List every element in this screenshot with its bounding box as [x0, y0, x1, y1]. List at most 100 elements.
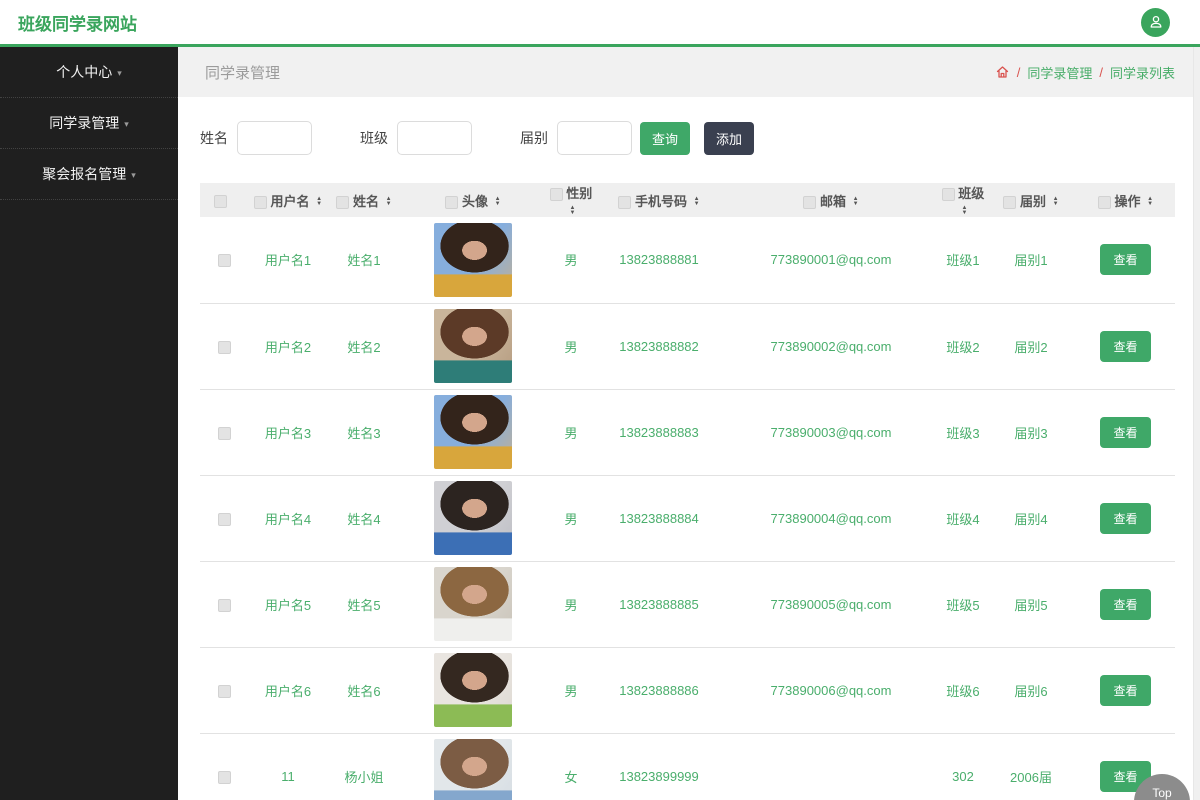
cell-action: 查看 — [1076, 217, 1175, 303]
cell-email — [722, 733, 940, 800]
column-header[interactable]: 头像 ▲▼ — [400, 183, 546, 217]
cell-username: 用户名5 — [248, 561, 328, 647]
caret-down-icon: ▾ — [131, 170, 136, 181]
row-checkbox[interactable] — [218, 513, 231, 526]
row-checkbox[interactable] — [218, 341, 231, 354]
cell-avatar — [400, 647, 546, 733]
cell-gender: 男 — [546, 475, 596, 561]
column-header[interactable] — [200, 183, 248, 217]
view-button[interactable]: 查看 — [1100, 503, 1150, 534]
sort-icon: ▲▼ — [495, 197, 501, 207]
sidebar-item-party-signup-management[interactable]: 聚会报名管理 ▾ — [0, 149, 178, 200]
header-checkbox[interactable] — [1003, 196, 1016, 209]
header-checkbox[interactable] — [1098, 196, 1111, 209]
row-checkbox[interactable] — [218, 427, 231, 440]
name-field-group: 姓名 — [200, 121, 312, 155]
table-header-row: 用户名 ▲▼ 姓名 ▲▼ 头像 ▲▼ 性别 ▲▼ 手机号码 ▲▼ 邮箱 ▲▼ 班… — [200, 183, 1175, 217]
avatar-photo — [434, 567, 512, 641]
header-checkbox[interactable] — [214, 195, 227, 208]
cell-class: 班级3 — [940, 389, 986, 475]
scrollbar-track[interactable] — [1193, 47, 1200, 800]
cell-checkbox — [200, 389, 248, 475]
header-checkbox[interactable] — [445, 196, 458, 209]
column-header[interactable]: 用户名 ▲▼ — [248, 183, 328, 217]
view-button[interactable]: 查看 — [1100, 244, 1150, 275]
row-checkbox[interactable] — [218, 771, 231, 784]
cell-class: 班级2 — [940, 303, 986, 389]
table-row: 用户名3 姓名3 男 13823888883 773890003@qq.com … — [200, 389, 1175, 475]
caret-down-icon: ▾ — [117, 68, 122, 79]
query-button[interactable]: 查询 — [640, 122, 690, 155]
grade-input[interactable] — [557, 121, 632, 155]
view-button[interactable]: 查看 — [1100, 589, 1150, 620]
site-title: 班级同学录网站 — [18, 10, 137, 35]
cell-grade: 届别6 — [986, 647, 1076, 733]
cell-grade: 届别5 — [986, 561, 1076, 647]
page-title: 同学录管理 — [205, 62, 280, 83]
sort-desc-glyph: ▼ — [316, 202, 322, 207]
row-checkbox[interactable] — [218, 599, 231, 612]
sort-icon: ▲▼ — [1147, 197, 1153, 207]
cell-gender: 女 — [546, 733, 596, 800]
cell-class: 班级4 — [940, 475, 986, 561]
breadcrumb-link-alumni-management[interactable]: 同学录管理 — [1027, 63, 1092, 82]
avatar-photo — [434, 481, 512, 555]
name-input[interactable] — [237, 121, 312, 155]
sort-icon: ▲▼ — [694, 197, 700, 207]
column-label: 性别 — [566, 186, 592, 201]
top-header: 班级同学录网站 — [0, 0, 1200, 47]
header-checkbox[interactable] — [550, 188, 563, 201]
column-label: 姓名 — [353, 194, 379, 209]
column-header[interactable]: 邮箱 ▲▼ — [722, 183, 940, 217]
header-checkbox[interactable] — [803, 196, 816, 209]
class-field-label: 班级 — [360, 128, 388, 148]
view-button[interactable]: 查看 — [1100, 331, 1150, 362]
sort-icon: ▲▼ — [962, 206, 968, 216]
sidebar-item-personal-center[interactable]: 个人中心 ▾ — [0, 47, 178, 98]
view-button[interactable]: 查看 — [1100, 417, 1150, 448]
sort-icon: ▲▼ — [316, 197, 322, 207]
sidebar: 个人中心 ▾ 同学录管理 ▾ 聚会报名管理 ▾ — [0, 47, 178, 800]
breadcrumb-link-alumni-list[interactable]: 同学录列表 — [1110, 63, 1175, 82]
cell-email: 773890006@qq.com — [722, 647, 940, 733]
cell-checkbox — [200, 217, 248, 303]
sort-icon: ▲▼ — [386, 197, 392, 207]
cell-phone: 13823888883 — [596, 389, 722, 475]
user-avatar-button[interactable] — [1141, 8, 1170, 37]
table-row: 用户名5 姓名5 男 13823888885 773890005@qq.com … — [200, 561, 1175, 647]
header-checkbox[interactable] — [254, 196, 267, 209]
column-header[interactable]: 性别 ▲▼ — [546, 183, 596, 217]
breadcrumb-separator: / — [1099, 65, 1103, 80]
table-row: 用户名4 姓名4 男 13823888884 773890004@qq.com … — [200, 475, 1175, 561]
header-checkbox[interactable] — [942, 188, 955, 201]
row-checkbox[interactable] — [218, 254, 231, 267]
header-checkbox[interactable] — [618, 196, 631, 209]
class-input[interactable] — [397, 121, 472, 155]
home-icon[interactable] — [995, 65, 1010, 79]
view-button[interactable]: 查看 — [1100, 675, 1150, 706]
sort-icon: ▲▼ — [1053, 197, 1059, 207]
back-to-top-label: Top — [1152, 786, 1171, 800]
sidebar-item-label: 同学录管理 — [49, 113, 119, 133]
sidebar-item-alumni-management[interactable]: 同学录管理 ▾ — [0, 98, 178, 149]
row-checkbox[interactable] — [218, 685, 231, 698]
cell-avatar — [400, 733, 546, 800]
cell-email: 773890005@qq.com — [722, 561, 940, 647]
cell-grade: 届别3 — [986, 389, 1076, 475]
column-header[interactable]: 姓名 ▲▼ — [328, 183, 400, 217]
column-label: 用户名 — [271, 194, 310, 209]
cell-username: 用户名3 — [248, 389, 328, 475]
cell-action: 查看 — [1076, 389, 1175, 475]
cell-avatar — [400, 303, 546, 389]
column-label: 手机号码 — [635, 194, 687, 209]
column-header[interactable]: 操作 ▲▼ — [1076, 183, 1175, 217]
add-button[interactable]: 添加 — [704, 122, 754, 155]
cell-name: 姓名6 — [328, 647, 400, 733]
column-header[interactable]: 届别 ▲▼ — [986, 183, 1076, 217]
cell-gender: 男 — [546, 217, 596, 303]
column-header[interactable]: 班级 ▲▼ — [940, 183, 986, 217]
header-checkbox[interactable] — [336, 196, 349, 209]
breadcrumb: / 同学录管理 / 同学录列表 — [995, 63, 1175, 82]
cell-phone: 13823888884 — [596, 475, 722, 561]
column-header[interactable]: 手机号码 ▲▼ — [596, 183, 722, 217]
